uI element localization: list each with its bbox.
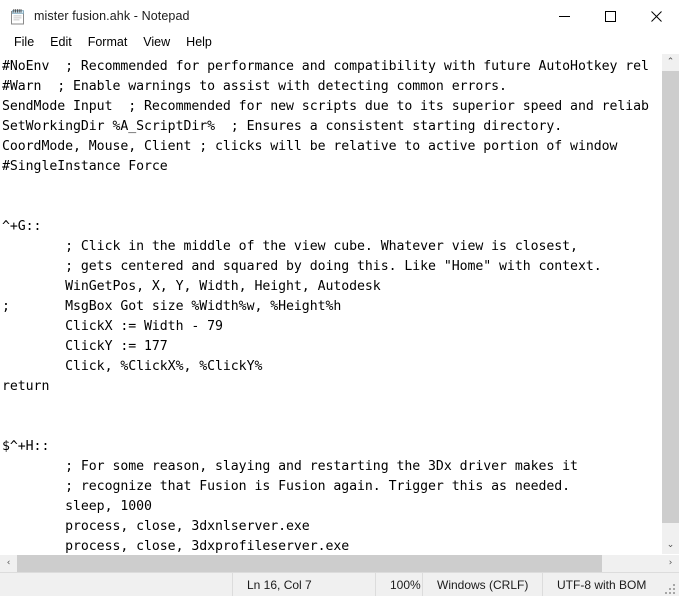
scroll-down-arrow-icon[interactable]: ⌄ bbox=[662, 537, 679, 554]
horizontal-scroll-thumb[interactable] bbox=[17, 555, 602, 572]
scroll-left-arrow-icon[interactable]: ‹ bbox=[0, 555, 17, 572]
code-line: ; For some reason, slaying and restartin… bbox=[2, 459, 578, 474]
menu-item-format[interactable]: Format bbox=[80, 32, 136, 53]
status-bar: Ln 16, Col 7 100% Windows (CRLF) UTF-8 w… bbox=[0, 572, 679, 596]
code-line: #NoEnv ; Recommended for performance and… bbox=[2, 59, 649, 74]
caption-buttons bbox=[541, 0, 679, 32]
window-title: mister fusion.ahk - Notepad bbox=[34, 9, 190, 23]
title-bar: mister fusion.ahk - Notepad bbox=[0, 0, 679, 32]
code-line: ^+G:: bbox=[2, 219, 42, 234]
code-line: #Warn ; Enable warnings to assist with d… bbox=[2, 79, 507, 94]
maximize-button[interactable] bbox=[587, 0, 633, 32]
menu-item-file[interactable]: File bbox=[6, 32, 42, 53]
status-bar-spacer bbox=[0, 573, 232, 596]
code-line: $^+H:: bbox=[2, 439, 50, 454]
code-line: WinGetPos, X, Y, Width, Height, Autodesk bbox=[2, 279, 381, 294]
horizontal-scrollbar[interactable]: ‹ › bbox=[0, 554, 679, 572]
code-line: process, close, 3dxnlserver.exe bbox=[2, 519, 310, 534]
menu-item-help[interactable]: Help bbox=[178, 32, 220, 53]
code-line: process, close, 3dxprofileserver.exe bbox=[2, 539, 350, 554]
code-line: ; MsgBox Got size %Width%w, %Height%h bbox=[2, 299, 342, 314]
status-zoom-level: 100% bbox=[375, 573, 422, 596]
vertical-scroll-thumb[interactable] bbox=[662, 71, 679, 523]
menu-bar: File Edit Format View Help bbox=[0, 32, 679, 53]
resize-grip-icon[interactable] bbox=[664, 581, 678, 595]
scroll-down-glyph: ⌄ bbox=[666, 540, 675, 550]
vertical-scroll-track[interactable] bbox=[662, 71, 679, 537]
code-line: ; recognize that Fusion is Fusion again.… bbox=[2, 479, 571, 494]
minimize-button[interactable] bbox=[541, 0, 587, 32]
code-line: SetWorkingDir %A_ScriptDir% ; Ensures a … bbox=[2, 119, 563, 134]
horizontal-scroll-track[interactable] bbox=[17, 555, 662, 572]
scroll-left-glyph: ‹ bbox=[6, 558, 11, 568]
menu-item-edit[interactable]: Edit bbox=[42, 32, 80, 53]
code-line: return bbox=[2, 379, 50, 394]
scroll-right-arrow-icon[interactable]: › bbox=[662, 555, 679, 572]
status-encoding: UTF-8 with BOM bbox=[542, 573, 664, 596]
code-line: ; gets centered and squared by doing thi… bbox=[2, 259, 602, 274]
close-button[interactable] bbox=[633, 0, 679, 32]
notepad-window: mister fusion.ahk - Notepad File Edit Fo… bbox=[0, 0, 679, 596]
scroll-up-arrow-icon[interactable]: ⌃ bbox=[662, 54, 679, 71]
text-editor[interactable]: #NoEnv ; Recommended for performance and… bbox=[0, 54, 661, 554]
code-line: SendMode Input ; Recommended for new scr… bbox=[2, 99, 649, 114]
status-line-ending: Windows (CRLF) bbox=[422, 573, 542, 596]
status-cursor-position: Ln 16, Col 7 bbox=[232, 573, 375, 596]
code-line: ClickY := 177 bbox=[2, 339, 168, 354]
editor-region: #NoEnv ; Recommended for performance and… bbox=[0, 53, 679, 572]
code-line: ClickX := Width - 79 bbox=[2, 319, 223, 334]
code-line: #SingleInstance Force bbox=[2, 159, 168, 174]
notepad-icon bbox=[9, 8, 26, 25]
code-line: CoordMode, Mouse, Client ; clicks will b… bbox=[2, 139, 618, 154]
vertical-scrollbar[interactable]: ⌃ ⌄ bbox=[661, 54, 679, 554]
menu-item-view[interactable]: View bbox=[135, 32, 178, 53]
code-line: ; Click in the middle of the view cube. … bbox=[2, 239, 578, 254]
code-line: Click, %ClickX%, %ClickY% bbox=[2, 359, 263, 374]
scroll-up-glyph: ⌃ bbox=[666, 57, 675, 67]
code-line: sleep, 1000 bbox=[2, 499, 152, 514]
scroll-right-glyph: › bbox=[668, 558, 673, 568]
